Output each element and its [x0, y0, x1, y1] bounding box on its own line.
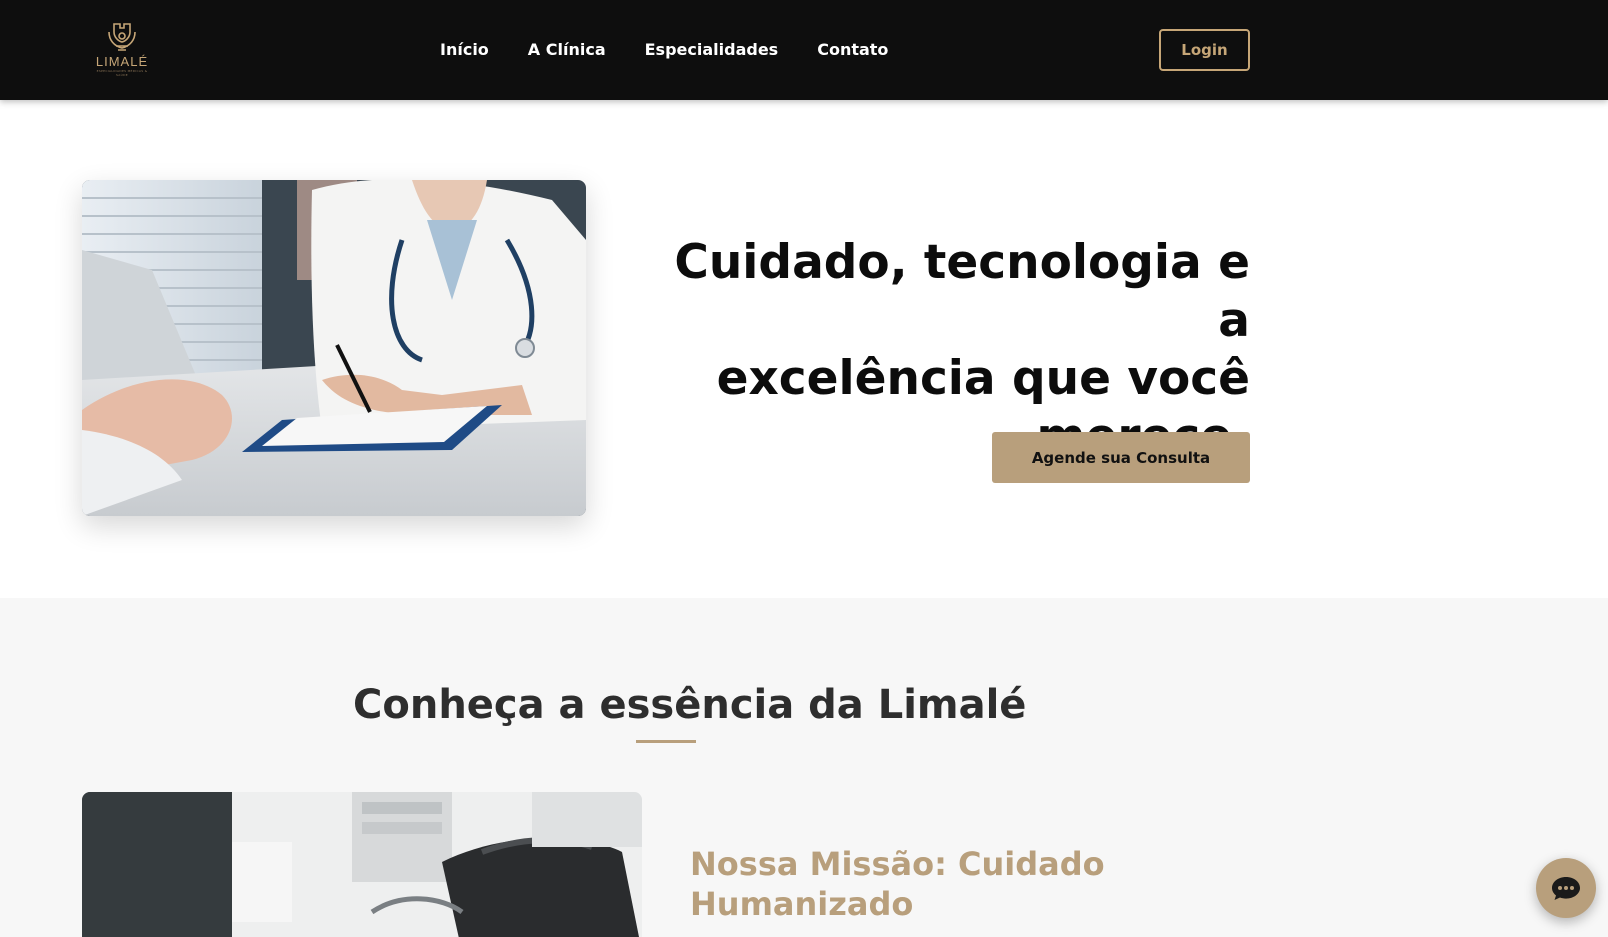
logo-subtext: ESPECIALIDADES MÉDICAS & SAÚDE	[96, 69, 148, 77]
clinic-waiting-room-image	[82, 792, 642, 937]
main-nav: Início A Clínica Especialidades Contato	[440, 40, 927, 60]
book-appointment-button[interactable]: Agende sua Consulta	[992, 432, 1250, 483]
about-section: Conheça a essência da Limalé Nossa Missã…	[0, 598, 1608, 937]
site-header: LIMALÉ ESPECIALIDADES MÉDICAS & SAÚDE In…	[0, 0, 1608, 100]
chat-icon	[1552, 877, 1580, 900]
login-button[interactable]: Login	[1159, 29, 1250, 71]
logo[interactable]: LIMALÉ ESPECIALIDADES MÉDICAS & SAÚDE	[92, 22, 152, 78]
chat-button[interactable]	[1536, 858, 1596, 918]
doctor-consultation-image	[82, 180, 586, 516]
nav-link-contato[interactable]: Contato	[817, 40, 888, 60]
about-title: Conheça a essência da Limalé	[353, 682, 1027, 728]
mission-title: Nossa Missão: Cuidado Humanizado	[690, 845, 1105, 923]
title-divider	[636, 740, 696, 743]
nav-link-a-clinica[interactable]: A Clínica	[528, 40, 606, 60]
nav-link-especialidades[interactable]: Especialidades	[645, 40, 779, 60]
hero-section: Cuidado, tecnologia e a excelência que v…	[0, 100, 1608, 598]
logo-emblem-icon	[108, 23, 136, 51]
hero-title-line-2: excelência que você	[716, 351, 1250, 406]
logo-text: LIMALÉ	[95, 54, 149, 69]
nav-link-inicio[interactable]: Início	[440, 40, 489, 60]
hero-title-line-1: Cuidado, tecnologia e a	[674, 235, 1250, 348]
